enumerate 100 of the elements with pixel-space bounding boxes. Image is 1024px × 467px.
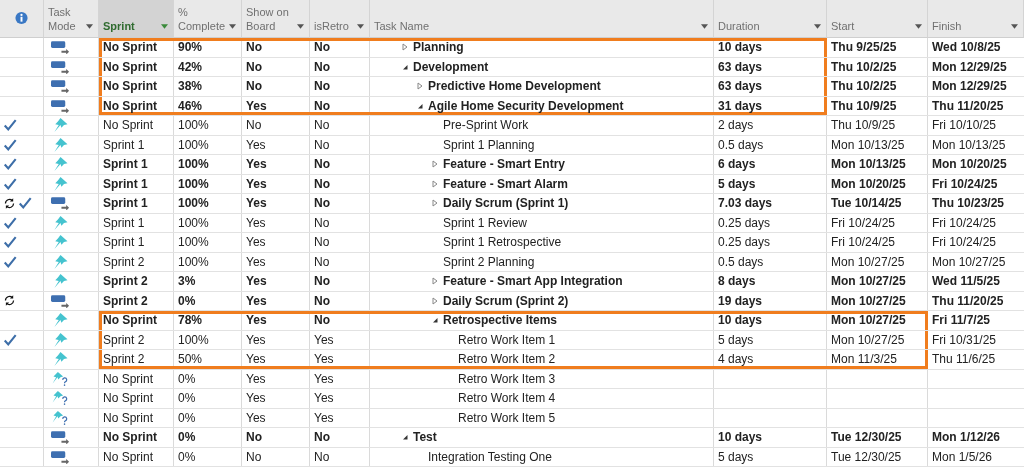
table-cell-text: Yes xyxy=(313,409,335,427)
table-cell-text: Thu 10/23/25 xyxy=(931,195,1006,213)
table-cell-text: 19 days xyxy=(717,292,764,310)
expand-toggle-icon[interactable] xyxy=(431,199,439,208)
dropdown-icon[interactable] xyxy=(297,24,304,29)
table-cell-text: 100% xyxy=(177,331,210,349)
table-cell-text: Mon 10/27/25 xyxy=(931,253,1007,271)
table-cell-text: Yes xyxy=(245,273,268,291)
expand-toggle-icon[interactable] xyxy=(431,277,439,286)
dropdown-icon[interactable] xyxy=(161,24,168,29)
column-header[interactable]: Sprint xyxy=(99,0,174,38)
table-cell-text: Yes xyxy=(245,409,267,427)
table-cell-text: Fri 10/24/25 xyxy=(931,214,998,232)
table-cell-text: Thu 11/6/25 xyxy=(931,351,997,369)
column-header[interactable]: Show on Board xyxy=(242,0,310,38)
table-cell-text: Sprint 1 xyxy=(102,175,149,193)
task-name: Daily Scrum (Sprint 1) xyxy=(443,195,569,213)
collapse-toggle-icon[interactable] xyxy=(431,316,439,325)
table-cell-text: Sprint 1 xyxy=(102,156,149,174)
column-header[interactable] xyxy=(0,0,44,38)
dropdown-icon[interactable] xyxy=(1011,24,1018,29)
task-name: Daily Scrum (Sprint 2) xyxy=(443,292,569,310)
collapse-toggle-icon[interactable] xyxy=(416,101,424,110)
task-name: Feature - Smart App Integration xyxy=(443,273,623,291)
table-cell-text: 0.25 days xyxy=(717,234,772,252)
table-cell: Yes xyxy=(310,350,370,369)
column-header[interactable]: Task Name xyxy=(370,0,714,38)
task-name: Retro Work Item 4 xyxy=(458,390,556,408)
table-cell-text: 100% xyxy=(177,214,210,232)
table-cell-text: No xyxy=(313,117,331,135)
task-name: Retro Work Item 5 xyxy=(458,409,556,427)
table-cell-text: Yes xyxy=(245,331,267,349)
table-cell-text: No xyxy=(313,175,331,193)
table-cell-text: Yes xyxy=(245,175,268,193)
dropdown-icon[interactable] xyxy=(357,24,364,29)
table-cell-text: 0% xyxy=(177,409,197,427)
task-name: Retrospective Items xyxy=(443,312,558,330)
table-cell-text: 5 days xyxy=(717,331,755,349)
collapse-toggle-icon[interactable] xyxy=(401,433,409,442)
column-header[interactable]: Finish xyxy=(928,0,1024,38)
table-cell-text: No Sprint xyxy=(102,448,155,466)
table-cell-text: Tue 10/14/25 xyxy=(830,195,903,213)
table-cell-text: Fri 10/24/25 xyxy=(830,214,897,232)
expand-toggle-icon[interactable] xyxy=(401,43,409,52)
expand-toggle-icon[interactable] xyxy=(431,296,439,305)
task-name: Agile Home Security Development xyxy=(428,97,624,115)
table-cell: 4 days xyxy=(714,350,827,369)
task-name: Planning xyxy=(413,39,464,57)
table-cell-text: No Sprint xyxy=(102,409,155,427)
table-cell-text: No xyxy=(313,136,331,154)
dropdown-icon[interactable] xyxy=(915,24,922,29)
table-cell-text: Mon 12/29/25 xyxy=(931,78,1008,96)
column-header[interactable]: % Complete xyxy=(174,0,242,38)
table-cell-text: No xyxy=(313,273,331,291)
table-cell-text: Sprint 1 xyxy=(102,214,146,232)
table-cell-text: Thu 9/25/25 xyxy=(830,39,898,57)
table-cell-text: 3% xyxy=(177,273,197,291)
column-header[interactable]: Start xyxy=(827,0,928,38)
table-cell-text: No xyxy=(245,429,263,447)
dropdown-icon[interactable] xyxy=(229,24,236,29)
table-cell-text: 100% xyxy=(177,234,210,252)
table-cell-text: Fri 10/24/25 xyxy=(830,234,897,252)
column-header[interactable]: Duration xyxy=(714,0,827,38)
table-cell-text: Fri 11/7/25 xyxy=(931,312,992,330)
dropdown-icon[interactable] xyxy=(86,24,93,29)
dropdown-icon[interactable] xyxy=(701,24,708,29)
table-cell-text: 0% xyxy=(177,448,197,466)
table-cell-text: Sprint 1 xyxy=(102,195,149,213)
table-cell-text: Yes xyxy=(245,156,268,174)
table-cell-text: No Sprint xyxy=(102,370,155,388)
table-cell: 90% xyxy=(174,38,242,57)
expand-toggle-icon[interactable] xyxy=(431,179,439,188)
table-cell-text: Mon 10/13/25 xyxy=(830,136,906,154)
table-cell-text: Yes xyxy=(245,370,267,388)
table-cell-text: Mon 1/5/26 xyxy=(931,448,994,466)
table-cell-text: 100% xyxy=(177,136,210,154)
expand-toggle-icon[interactable] xyxy=(431,160,439,169)
task-name: Test xyxy=(413,429,437,447)
table-cell-text: 100% xyxy=(177,175,210,193)
column-header[interactable]: isRetro xyxy=(310,0,370,38)
task-name: Retro Work Item 2 xyxy=(458,351,556,369)
table-cell-text: Yes xyxy=(245,390,267,408)
task-name: Predictive Home Development xyxy=(428,78,601,96)
task-name: Sprint 1 Planning xyxy=(443,136,535,154)
table-cell-text: 0% xyxy=(177,390,197,408)
table-cell: 31 days xyxy=(714,96,827,115)
table-cell-text: 100% xyxy=(177,253,210,271)
table-cell: Sprint 2 xyxy=(99,350,174,369)
table-cell-text: Yes xyxy=(245,136,267,154)
table-cell: Mon 10/27/25 xyxy=(827,330,928,349)
collapse-toggle-icon[interactable] xyxy=(401,62,409,71)
column-header[interactable]: Task Mode xyxy=(44,0,99,38)
table-cell-text: Yes xyxy=(245,195,268,213)
table-cell-text: 10 days xyxy=(717,429,764,447)
expand-toggle-icon[interactable] xyxy=(416,82,424,91)
table-cell-text: Mon 10/20/25 xyxy=(931,156,1008,174)
task-name: Sprint 1 Retrospective xyxy=(443,234,562,252)
task-name: Retro Work Item 3 xyxy=(458,370,556,388)
task-name: Retro Work Item 1 xyxy=(458,331,556,349)
dropdown-icon[interactable] xyxy=(814,24,821,29)
